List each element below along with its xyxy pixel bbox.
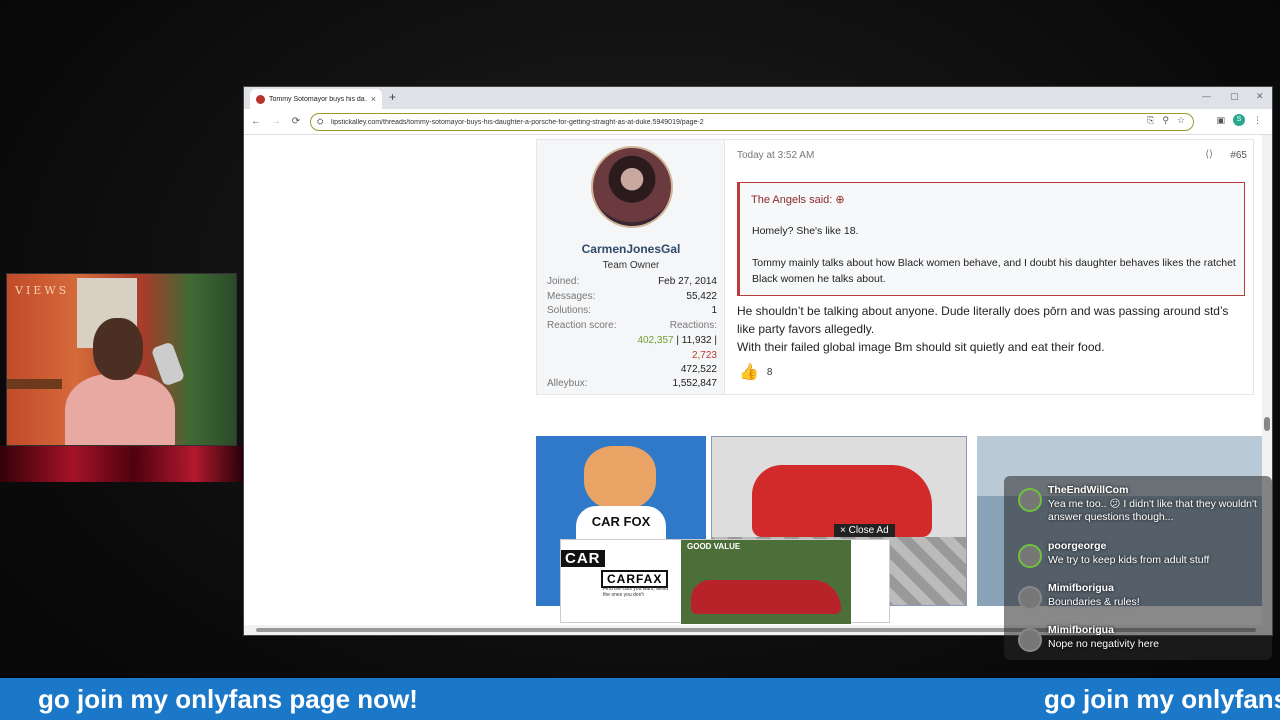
profile-avatar[interactable]: S	[1233, 114, 1245, 126]
fox-mascot-image	[584, 446, 656, 510]
quote-text-2: Tommy mainly talks about how Black women…	[752, 257, 1236, 285]
chat-text: Yea me too.. 😕 I didn't like that they w…	[1048, 498, 1257, 523]
url-text[interactable]: lipstickalley.com/threads/tommy-sotomayo…	[331, 119, 704, 126]
post-number-link[interactable]: #65	[1230, 150, 1247, 161]
chat-avatar	[1018, 488, 1042, 512]
good-value-label: GOOD VALUE	[687, 542, 741, 551]
post-date-link[interactable]: Today at 3:52 AM	[737, 150, 814, 161]
good-value-panel: GOOD VALUE	[681, 540, 851, 624]
chat-username: Mimifborigua	[1048, 582, 1114, 594]
post-body-line-1: He shouldn’t be talking about anyone. Du…	[737, 304, 1229, 336]
forward-icon[interactable]: →	[266, 116, 286, 127]
reactions-negative: 2,723	[691, 349, 717, 361]
forum-post: CarmenJonesGal Team Owner Joined: Feb 27,…	[536, 139, 1254, 395]
views-sign: VIEWS	[15, 284, 70, 297]
username-link[interactable]: CarmenJonesGal	[537, 242, 725, 256]
solutions-label: Solutions:	[547, 305, 591, 316]
chat-username: Mimifborigua	[1048, 624, 1114, 636]
install-icon[interactable]: ⎘	[1147, 115, 1154, 126]
new-tab-button[interactable]: +	[389, 90, 396, 104]
streamer-figure	[65, 318, 175, 445]
muscle-car-image	[691, 580, 841, 614]
chat-text: Boundaries & rules!	[1048, 596, 1140, 608]
alleybux-label: Alleybux:	[547, 377, 588, 389]
expand-quote-icon[interactable]: ⊕	[835, 194, 844, 206]
joined-value: Feb 27, 2014	[658, 276, 717, 287]
share-icon[interactable]: ⟨⟩	[1205, 149, 1213, 160]
reload-icon[interactable]: ⟳	[286, 116, 306, 127]
ticker-text: go join my onlyfans page now!	[38, 684, 418, 714]
chat-message: poorgeorge We try to keep kids from adul…	[1010, 538, 1270, 578]
reactions-total: 472,522	[680, 364, 717, 375]
ticker-text-repeat: go join my onlyfans	[1044, 684, 1280, 714]
chat-avatar	[1018, 628, 1042, 652]
webcam-feed: VIEWS	[6, 273, 237, 446]
chat-message: Mimifborigua Nope no negativity here	[1010, 622, 1270, 662]
reaction-score-label: Reaction score:	[547, 319, 617, 331]
scrolling-ticker: go join my onlyfans page now! go join my…	[0, 678, 1280, 720]
zoom-icon[interactable]: ⚲	[1162, 115, 1169, 126]
sidepanel-icon[interactable]: ▣	[1216, 115, 1225, 126]
messages-label: Messages:	[547, 290, 596, 302]
shelf	[7, 379, 62, 389]
car-badge: CAR	[561, 550, 605, 567]
tab-bar: Tommy Sotomayor buys his da… × + — ▢ ✕	[244, 87, 1272, 109]
reactions-positive: 402,357	[637, 335, 674, 346]
site-info-icon[interactable]: ⛭	[317, 117, 327, 127]
chat-username: TheEndWillCom	[1048, 484, 1129, 496]
reactions-label: Reactions:	[669, 319, 717, 331]
post-body-line-2: With their failed global image Bm should…	[737, 340, 1105, 354]
maximize-button[interactable]: ▢	[1230, 91, 1239, 102]
minimize-button[interactable]: —	[1202, 91, 1211, 101]
chat-username: poorgeorge	[1048, 540, 1107, 552]
user-title: Team Owner	[602, 260, 660, 271]
carfax-banner-ad[interactable]: CAR CARFAX Find the cars you want, avoid…	[560, 539, 890, 624]
browser-toolbar: ← → ⟳ ⛭ lipstickalley.com/threads/tommy-…	[244, 109, 1272, 135]
tab-title: Tommy Sotomayor buys his da…	[269, 95, 367, 103]
vertical-scroll-thumb[interactable]	[1264, 417, 1270, 431]
quote-block: The Angels said: ⊕ Homely? She's like 18…	[737, 182, 1245, 296]
user-avatar[interactable]	[591, 146, 673, 228]
like-count[interactable]: 8	[767, 367, 773, 378]
alleybux-value: 1,552,847	[672, 377, 718, 389]
chat-text: Nope no negativity here	[1048, 638, 1159, 650]
streamer-head	[93, 318, 143, 380]
reactions-bar[interactable]: 👍 8	[739, 362, 772, 382]
messages-value: 55,422	[686, 290, 717, 302]
active-tab[interactable]: Tommy Sotomayor buys his da… ×	[250, 89, 382, 109]
chat-message: TheEndWillCom Yea me too.. 😕 I didn't li…	[1010, 482, 1270, 523]
menu-kebab-icon[interactable]: ⋮	[1253, 115, 1262, 126]
chat-avatar	[1018, 586, 1042, 610]
quote-author-link[interactable]: The Angels said: ⊕	[751, 193, 845, 206]
chat-text: We try to keep kids from adult stuff	[1048, 554, 1210, 566]
streamer-body	[65, 374, 175, 445]
thumbs-up-icon[interactable]: 👍	[739, 362, 759, 382]
close-ad-button[interactable]: × Close Ad	[834, 524, 895, 537]
post-user-panel: CarmenJonesGal Team Owner Joined: Feb 27,…	[537, 140, 725, 394]
quote-text-1: Homely? She's like 18.	[752, 225, 859, 237]
address-bar[interactable]: ⛭ lipstickalley.com/threads/tommy-sotoma…	[310, 113, 1194, 131]
post-message: Today at 3:52 AM ⟨⟩ #65 The Angels said:…	[737, 140, 1247, 394]
carfax-tagline: Find the cars you want, avoid the ones y…	[603, 586, 669, 598]
reactions-neutral: | 11,932 |	[673, 335, 717, 346]
close-window-button[interactable]: ✕	[1256, 91, 1264, 102]
user-stats: Joined: Feb 27, 2014 Messages: 55,422 Solu…	[547, 276, 717, 392]
tab-close-icon[interactable]: ×	[371, 94, 376, 104]
chat-avatar	[1018, 544, 1042, 568]
bookmark-star-icon[interactable]: ☆	[1177, 115, 1185, 126]
joined-label: Joined:	[547, 276, 580, 287]
chat-message: Mimifborigua Boundaries & rules!	[1010, 580, 1270, 620]
solutions-value: 1	[711, 305, 717, 316]
post-body: He shouldn’t be talking about anyone. Du…	[737, 302, 1247, 356]
back-icon[interactable]: ←	[246, 116, 266, 127]
reaction-values: 402,357 | 11,932 | 2,723 472,522	[547, 334, 717, 378]
smoke-overlay	[0, 446, 243, 482]
site-favicon-icon	[256, 94, 265, 104]
